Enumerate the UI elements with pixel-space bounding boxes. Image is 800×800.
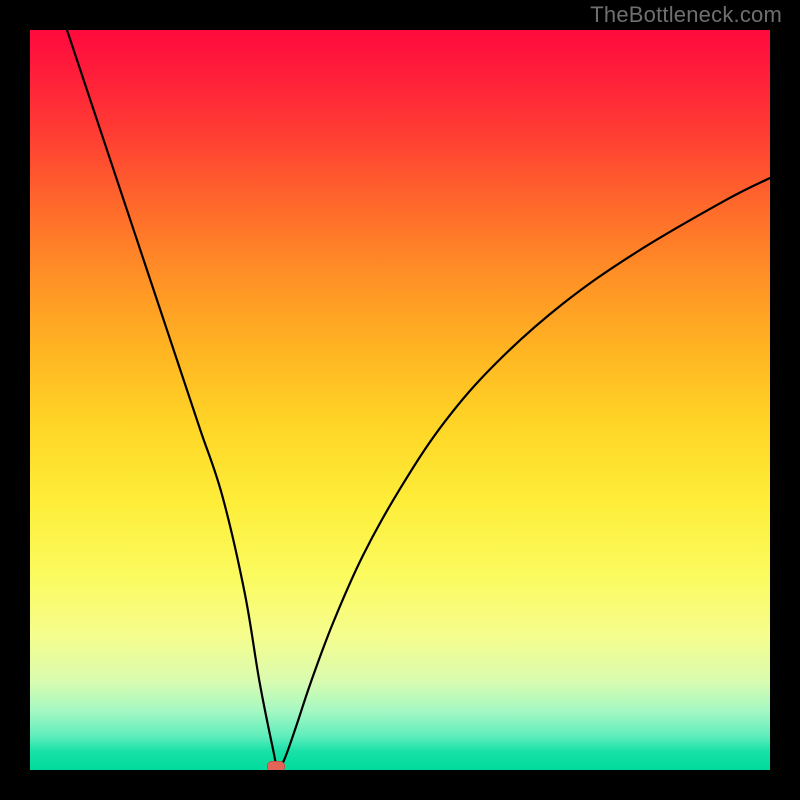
- plot-area: [30, 30, 770, 770]
- bottleneck-curve: [30, 30, 770, 770]
- watermark-link[interactable]: TheBottleneck.com: [590, 2, 782, 28]
- chart-frame: TheBottleneck.com: [0, 0, 800, 800]
- optimum-marker: [267, 761, 285, 770]
